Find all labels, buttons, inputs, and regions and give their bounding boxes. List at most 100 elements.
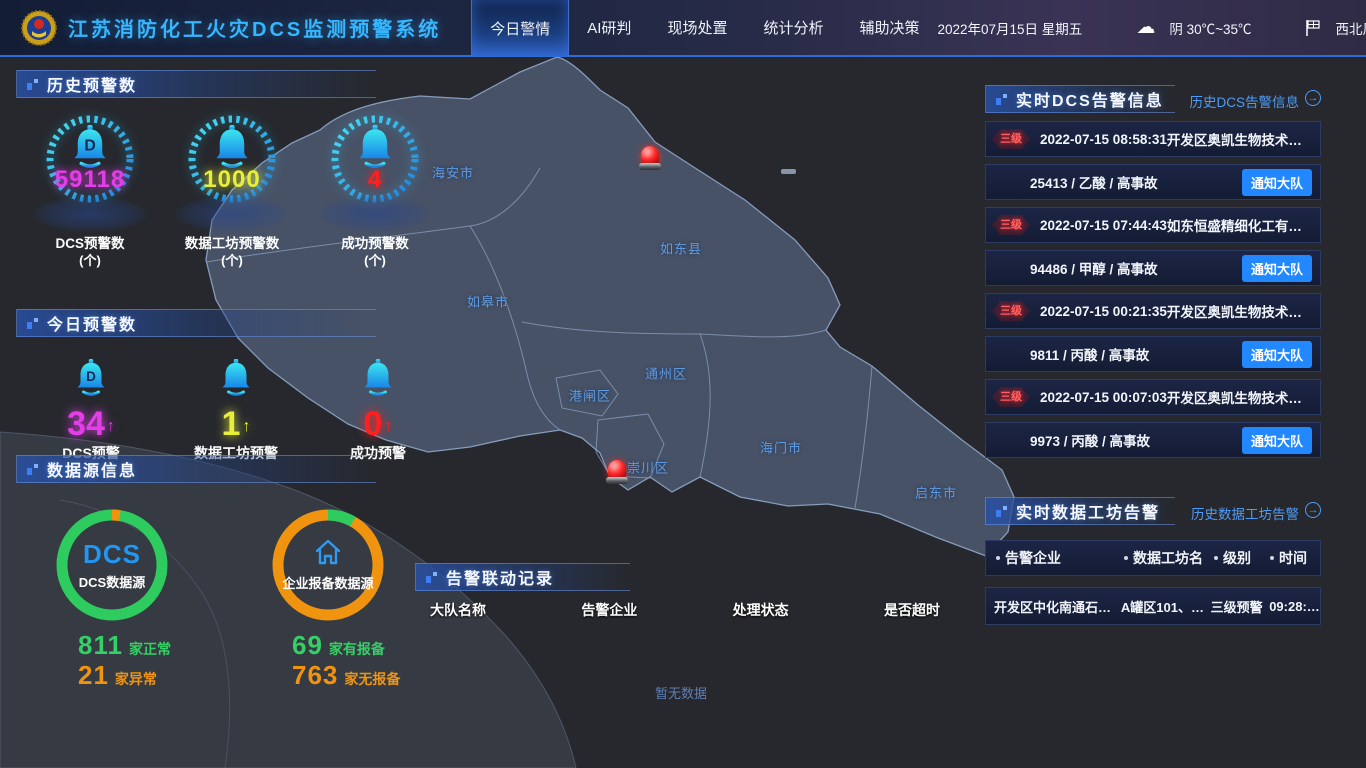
cloud-icon: ☁ — [1136, 18, 1155, 37]
bell-d-icon: D — [69, 123, 111, 169]
stat-value-row: 1↑ — [161, 407, 311, 441]
alarm-beacon-icon[interactable] — [606, 460, 628, 488]
map-label-rugao: 如皋市 — [467, 292, 509, 311]
empty-data-text: 暂无数据 — [655, 683, 707, 702]
alarm-beacon-icon[interactable] — [639, 146, 661, 174]
app-title: 江苏消防化工火灾DCS监测预警系统 — [68, 13, 441, 42]
flag-icon — [1305, 19, 1321, 37]
alarm-detail: 94486 / 甲醇 / 高事故 — [1030, 258, 1158, 278]
weather-text: 阴 30℃~35℃ — [1169, 18, 1251, 38]
history-warning-panel: 历史预警数 D 59118 DCS预警数 (个) — [16, 70, 448, 270]
map-label-chongchuan: 崇川区 — [627, 458, 669, 477]
tab-ai-analysis[interactable]: AI研判 — [569, 0, 649, 56]
alarm-company: 如东恒盛精细化工有限公司 — [1167, 215, 1312, 235]
linkage-table-header: 大队名称 告警企业 处理状态 是否超时 — [430, 600, 940, 620]
tab-statistics[interactable]: 统计分析 — [745, 0, 841, 56]
bell-icon — [211, 123, 253, 169]
map-island-shape — [781, 169, 796, 174]
col-alarm-company: 告警企业 — [996, 548, 1124, 568]
map-label-tongzhou: 通州区 — [645, 364, 687, 383]
tab-onsite-handling[interactable]: 现场处置 — [649, 0, 745, 56]
col-brigade: 大队名称 — [430, 600, 486, 620]
workshop-alarm-panel: 实时数据工坊告警 历史数据工坊告警 → 告警企业 数据工坊名 级别 时间 开发区… — [985, 497, 1321, 637]
today-warning-panel: 今日预警数 D 34↑ DCS预警 1↑ 数据工坊预警 — [16, 309, 448, 469]
workshop-alarm-row[interactable]: 开发区中化南通石化储运... A罐区101、10... 三级预警 09:28:1… — [985, 587, 1321, 625]
map-label-qidong: 启东市 — [915, 483, 957, 502]
alarm-header-row[interactable]: 三级 2022-07-15 08:58:31 开发区奥凯生物技术开发有限... — [985, 121, 1321, 157]
home-icon — [313, 538, 343, 566]
col-level: 级别 — [1214, 548, 1270, 568]
ws-company: 开发区中化南通石化储运... — [994, 597, 1121, 616]
alarm-detail-row[interactable]: 94486 / 甲醇 / 高事故 通知大队 — [985, 250, 1321, 286]
tab-today-alerts[interactable]: 今日警情 — [471, 0, 569, 56]
svg-text:D: D — [84, 137, 95, 154]
stat-value: 1000 — [162, 166, 302, 194]
legend-reported: 69家有报备 — [292, 630, 385, 661]
header-info: 2022年07月15日 星期五 ☁ 阴 30℃~35℃ 西北风2级 — [937, 18, 1366, 38]
today-stat-workshop: 1↑ 数据工坊预警 — [161, 357, 311, 402]
alarm-detail-row[interactable]: 9973 / 丙酸 / 高事故 通知大队 — [985, 422, 1321, 458]
level-badge: 三级 — [992, 301, 1030, 321]
wind-text: 西北风2级 — [1335, 18, 1366, 38]
arrow-right-icon[interactable]: → — [1305, 90, 1321, 106]
up-arrow-icon: ↑ — [107, 418, 115, 435]
stat-label: 成功预警数 — [305, 232, 445, 252]
stat-unit: (个) — [20, 250, 160, 269]
main-nav: 今日警情 AI研判 现场处置 统计分析 辅助决策 — [471, 0, 937, 56]
today-panel-header: 今日预警数 — [16, 309, 376, 337]
alarm-time: 2022-07-15 08:58:31 — [1040, 132, 1167, 147]
donut-center-title: DCS — [66, 539, 158, 570]
today-stat-success: 0↑ 成功预警 — [303, 357, 453, 402]
dcs-history-link[interactable]: 历史DCS告警信息 — [1189, 91, 1299, 111]
linkage-panel-header: 告警联动记录 — [415, 563, 630, 591]
datasource-panel-header: 数据源信息 — [16, 455, 376, 483]
stat-unit: (个) — [305, 250, 445, 269]
svg-text:D: D — [86, 369, 96, 384]
alarm-time: 2022-07-15 07:44:43 — [1040, 218, 1167, 233]
workshop-alarm-header: 实时数据工坊告警 — [985, 497, 1175, 525]
alarm-detail: 25413 / 乙酸 / 高事故 — [1030, 172, 1158, 192]
dcs-datasource-donut: DCS DCS数据源 — [54, 507, 170, 623]
ws-time: 09:28:12 — [1269, 599, 1320, 614]
stat-shadow — [175, 196, 289, 232]
dcs-alarm-title: 实时DCS告警信息 — [1016, 87, 1164, 111]
panel-chart-icon — [27, 79, 38, 90]
alarm-detail-row[interactable]: 9811 / 丙酸 / 高事故 通知大队 — [985, 336, 1321, 372]
workshop-alarm-title: 实时数据工坊告警 — [1016, 499, 1160, 523]
alarm-company: 开发区奥凯生物技术开发有限... — [1167, 129, 1312, 149]
notify-brigade-button[interactable]: 通知大队 — [1242, 255, 1312, 282]
col-status: 处理状态 — [733, 600, 789, 620]
alarm-detail: 9811 / 丙酸 / 高事故 — [1030, 344, 1149, 364]
linkage-panel-title: 告警联动记录 — [446, 565, 554, 589]
map-label-haimen: 海门市 — [760, 438, 802, 457]
legend-unreported: 763家无报备 — [292, 660, 400, 691]
stat-label: DCS预警数 — [20, 232, 160, 252]
arrow-right-icon[interactable]: → — [1305, 502, 1321, 518]
datasource-panel: 数据源信息 DCS DCS数据源 811家正常 21家异常 — [16, 455, 448, 715]
ws-level: 三级预警 — [1211, 597, 1270, 616]
tab-decision-support[interactable]: 辅助决策 — [841, 0, 937, 56]
bell-icon — [360, 357, 396, 397]
notify-brigade-button[interactable]: 通知大队 — [1242, 341, 1312, 368]
level-badge: 三级 — [992, 129, 1030, 149]
workshop-history-link[interactable]: 历史数据工坊告警 — [1191, 503, 1299, 523]
history-panel-title: 历史预警数 — [47, 72, 137, 96]
panel-chart-icon — [27, 318, 38, 329]
stat-value: 4 — [305, 166, 445, 194]
linkage-panel: 告警联动记录 — [415, 563, 975, 591]
date-text: 2022年07月15日 星期五 — [937, 18, 1082, 38]
alarm-time: 2022-07-15 00:21:35 — [1040, 304, 1167, 319]
alarm-header-row[interactable]: 三级 2022-07-15 00:07:03 开发区奥凯生物技术开发有限... — [985, 379, 1321, 415]
panel-chart-icon — [996, 94, 1007, 105]
alarm-header-row[interactable]: 三级 2022-07-15 00:21:35 开发区奥凯生物技术开发有限... — [985, 293, 1321, 329]
panel-chart-icon — [426, 572, 437, 583]
stat-shadow — [318, 196, 432, 232]
ws-workshop: A罐区101、10... — [1121, 597, 1211, 616]
map-label-gangzha: 港闸区 — [569, 386, 611, 405]
dcs-alarm-panel: 实时DCS告警信息 历史DCS告警信息 → 三级 2022-07-15 08:5… — [985, 85, 1321, 485]
notify-brigade-button[interactable]: 通知大队 — [1242, 169, 1312, 196]
level-badge: 三级 — [992, 215, 1030, 235]
alarm-header-row[interactable]: 三级 2022-07-15 07:44:43 如东恒盛精细化工有限公司 — [985, 207, 1321, 243]
alarm-detail-row[interactable]: 25413 / 乙酸 / 高事故 通知大队 — [985, 164, 1321, 200]
notify-brigade-button[interactable]: 通知大队 — [1242, 427, 1312, 454]
